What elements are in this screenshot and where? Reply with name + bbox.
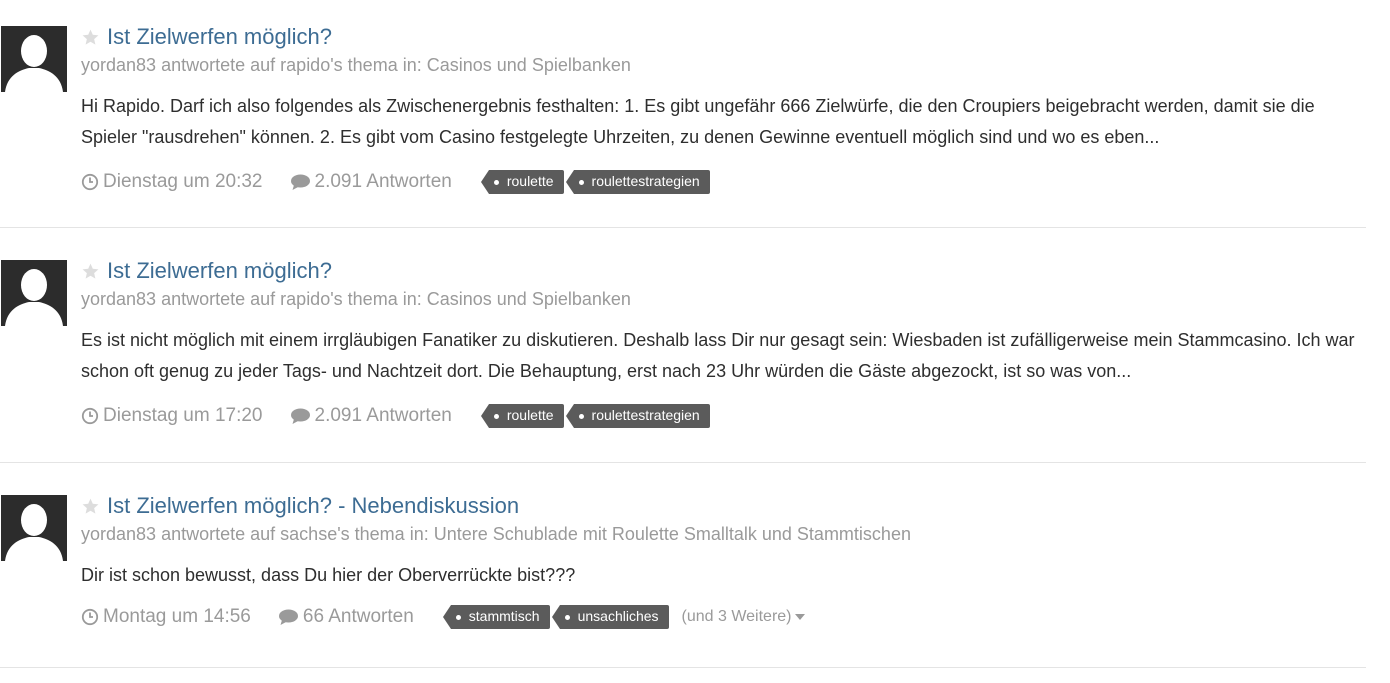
byline-in: in: <box>402 55 422 75</box>
title-row: Ist Zielwerfen möglich? - Nebendiskussio… <box>81 491 1366 521</box>
entry-meta: Montag um 14:56 66 Antworten stammtisch … <box>81 604 1366 630</box>
default-user-icon <box>1 26 67 92</box>
entry-content: Ist Zielwerfen möglich? - Nebendiskussio… <box>81 491 1366 630</box>
title-row: Ist Zielwerfen möglich? <box>81 22 1366 52</box>
byline-topic-word: thema <box>347 55 398 75</box>
tag[interactable]: roulettestrategien <box>565 404 710 428</box>
comment-icon <box>290 174 310 190</box>
topic-owner-link[interactable]: rapido's <box>280 289 342 309</box>
stream-entry: Ist Zielwerfen möglich? yordan83 antwort… <box>0 0 1366 228</box>
comment-icon <box>278 609 298 625</box>
activity-stream: Ist Zielwerfen möglich? yordan83 antwort… <box>0 0 1390 683</box>
post-snippet: Dir ist schon bewusst, dass Du hier der … <box>81 565 576 585</box>
tag-list: stammtisch unsachliches <box>442 605 679 629</box>
forum-link[interactable]: Untere Schublade mit Roulette Smalltalk … <box>434 524 911 544</box>
tag[interactable]: unsachliches <box>551 605 669 629</box>
byline: yordan83 antwortete auf rapido's thema i… <box>81 286 1366 312</box>
avatar[interactable] <box>1 26 67 92</box>
post-date-text: Montag um 14:56 <box>103 606 251 627</box>
byline-in: in: <box>409 524 429 544</box>
title-row: Ist Zielwerfen möglich? <box>81 256 1366 286</box>
default-user-icon <box>1 495 67 561</box>
clock-icon <box>81 407 99 425</box>
byline-action: antwortete auf <box>161 55 276 75</box>
post-date-text: Dienstag um 20:32 <box>103 171 263 192</box>
more-tags-toggle[interactable]: (und 3 Weitere) <box>682 608 805 626</box>
post-snippet: Es ist nicht möglich mit einem irrgläubi… <box>81 330 1355 381</box>
star-icon[interactable] <box>81 28 100 47</box>
post-snippet: Hi Rapido. Darf ich also folgendes als Z… <box>81 96 1315 147</box>
post-date[interactable]: Dienstag um 17:20 <box>81 405 263 427</box>
star-icon[interactable] <box>81 262 100 281</box>
clock-icon <box>81 608 99 626</box>
avatar[interactable] <box>1 495 67 561</box>
replies-count: 2.091 Antworten <box>290 171 452 193</box>
topic-owner-link[interactable]: rapido's <box>280 55 342 75</box>
more-tags-text: (und 3 Weitere) <box>681 608 792 625</box>
byline-topic-word: thema <box>347 289 398 309</box>
stream-entry: Ist Zielwerfen möglich? yordan83 antwort… <box>0 228 1366 463</box>
post-date[interactable]: Montag um 14:56 <box>81 606 251 628</box>
forum-link[interactable]: Casinos und Spielbanken <box>427 289 631 309</box>
byline: yordan83 antwortete auf rapido's thema i… <box>81 52 1366 78</box>
avatar[interactable] <box>1 260 67 326</box>
byline: yordan83 antwortete auf sachse's thema i… <box>81 521 1366 547</box>
replies-count-text: 66 Antworten <box>302 606 414 627</box>
post-date-text: Dienstag um 17:20 <box>103 405 263 426</box>
byline-topic-word: thema <box>354 524 405 544</box>
tag-list: roulette roulettestrategien <box>480 170 720 194</box>
replies-count: 2.091 Antworten <box>290 405 452 427</box>
replies-count-text: 2.091 Antworten <box>314 405 452 426</box>
byline-in: in: <box>402 289 422 309</box>
star-icon[interactable] <box>81 497 100 516</box>
topic-title-link[interactable]: Ist Zielwerfen möglich? <box>107 258 332 284</box>
topic-owner-link[interactable]: sachse's <box>280 524 349 544</box>
stream-entry: Ist Zielwerfen möglich? - Nebendiskussio… <box>0 463 1366 668</box>
tag[interactable]: stammtisch <box>442 605 550 629</box>
tag[interactable]: roulette <box>480 404 564 428</box>
post-date[interactable]: Dienstag um 20:32 <box>81 171 263 193</box>
clock-icon <box>81 173 99 191</box>
replies-count: 66 Antworten <box>278 606 414 628</box>
topic-title-link[interactable]: Ist Zielwerfen möglich? - Nebendiskussio… <box>107 493 519 519</box>
comment-icon <box>290 408 310 424</box>
caret-down-icon <box>794 614 805 620</box>
tag[interactable]: roulettestrategien <box>565 170 710 194</box>
topic-title-link[interactable]: Ist Zielwerfen möglich? <box>107 24 332 50</box>
byline-action: antwortete auf <box>161 289 276 309</box>
entry-content: Ist Zielwerfen möglich? yordan83 antwort… <box>81 22 1366 195</box>
author-link[interactable]: yordan83 <box>81 524 156 544</box>
author-link[interactable]: yordan83 <box>81 289 156 309</box>
default-user-icon <box>1 260 67 326</box>
tag-list: roulette roulettestrategien <box>480 404 720 428</box>
entry-meta: Dienstag um 17:20 2.091 Antworten roulet… <box>81 403 1366 429</box>
entry-content: Ist Zielwerfen möglich? yordan83 antwort… <box>81 256 1366 429</box>
entry-meta: Dienstag um 20:32 2.091 Antworten roulet… <box>81 169 1366 195</box>
author-link[interactable]: yordan83 <box>81 55 156 75</box>
replies-count-text: 2.091 Antworten <box>314 171 452 192</box>
forum-link[interactable]: Casinos und Spielbanken <box>427 55 631 75</box>
tag[interactable]: roulette <box>480 170 564 194</box>
byline-action: antwortete auf <box>161 524 276 544</box>
